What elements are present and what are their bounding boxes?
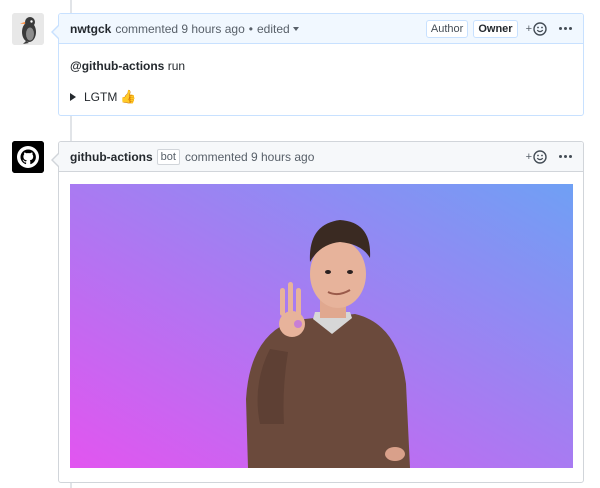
comment-pointer xyxy=(51,152,60,168)
smiley-icon xyxy=(533,149,547,164)
github-octocat-icon xyxy=(12,141,44,173)
comment-text: @github-actions run xyxy=(70,59,572,73)
details-summary-label: LGTM xyxy=(84,90,118,104)
separator-dot: • xyxy=(248,21,253,36)
reaction-gif[interactable] xyxy=(70,184,573,468)
mention-link[interactable]: @github-actions xyxy=(70,59,164,73)
smiley-icon xyxy=(533,21,547,36)
bot-label: bot xyxy=(156,148,180,165)
comment-text-run: run xyxy=(164,59,186,73)
plus-label: + xyxy=(525,22,532,35)
owner-badge: Owner xyxy=(473,19,518,38)
author-link[interactable]: github-actions xyxy=(70,150,153,164)
comment-nwtgck: nwtgck commented 9 hours ago • edited Au… xyxy=(51,13,584,116)
thumbs-up-emoji: 👍 xyxy=(120,89,137,104)
penguin-avatar-icon xyxy=(12,13,44,45)
author-badge: Author xyxy=(425,19,469,38)
comment-header: nwtgck commented 9 hours ago • edited Au… xyxy=(59,14,583,44)
avatar-github-actions[interactable] xyxy=(12,141,44,173)
person-ok-gesture-image xyxy=(70,184,573,468)
plus-label: + xyxy=(525,150,532,163)
caret-down-icon xyxy=(292,27,299,32)
edited-dropdown[interactable]: edited xyxy=(257,22,299,36)
edited-label: edited xyxy=(256,21,290,36)
kebab-menu-icon[interactable] xyxy=(559,155,572,158)
comment-header: github-actions bot commented 9 hours ago… xyxy=(59,142,583,172)
comment-body: @github-actions run LGTM 👍 xyxy=(59,44,583,120)
comment-pointer xyxy=(51,24,60,40)
author-link[interactable]: nwtgck xyxy=(70,22,111,36)
comment-timestamp[interactable]: commented 9 hours ago xyxy=(115,22,244,36)
comment-timestamp[interactable]: commented 9 hours ago xyxy=(185,150,314,164)
triangle-right-icon xyxy=(70,93,76,101)
kebab-menu-icon[interactable] xyxy=(559,27,572,30)
comment-github-actions: github-actions bot commented 9 hours ago… xyxy=(51,141,584,483)
add-reaction-button[interactable]: + xyxy=(525,21,547,36)
add-reaction-button[interactable]: + xyxy=(525,149,547,164)
avatar-nwtgck[interactable] xyxy=(12,13,44,45)
details-summary[interactable]: LGTM 👍 xyxy=(70,89,572,105)
